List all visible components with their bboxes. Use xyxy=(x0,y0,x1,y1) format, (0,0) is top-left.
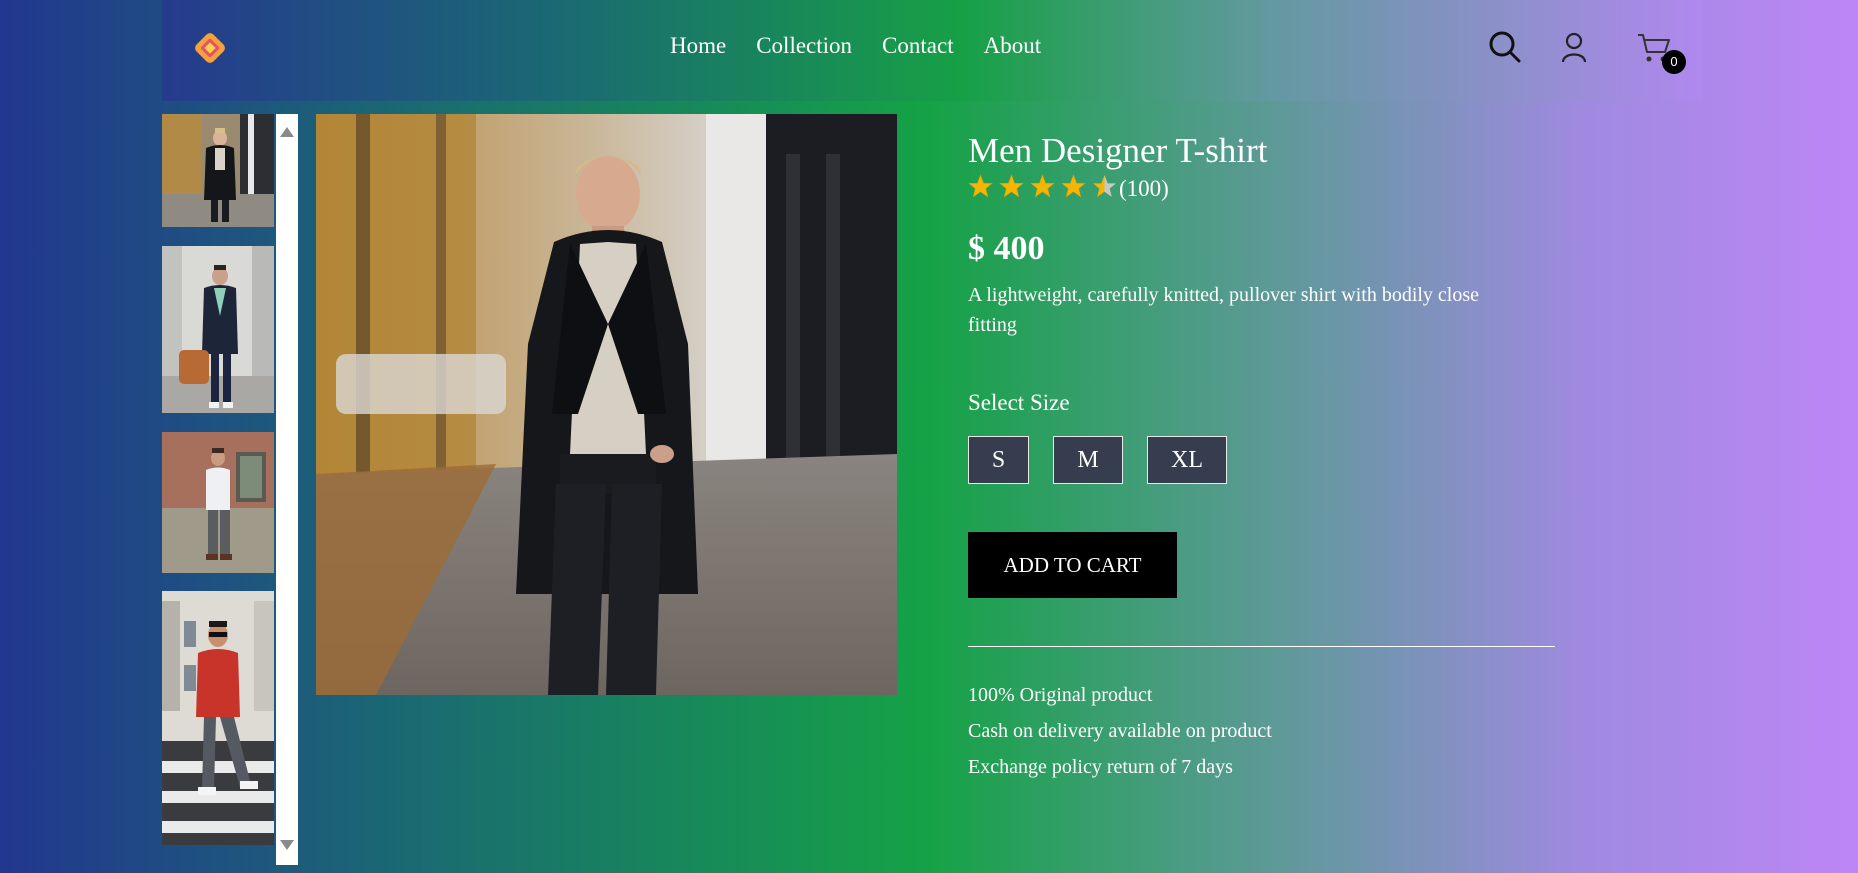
navbar: Home Collection Contact About 0 xyxy=(162,0,1702,101)
logo-icon[interactable] xyxy=(192,30,228,66)
size-button-m[interactable]: M xyxy=(1053,436,1123,484)
thumbnail-navy-coat[interactable] xyxy=(162,246,274,413)
select-size-label: Select Size xyxy=(968,390,1070,415)
nav-link-contact[interactable]: Contact xyxy=(882,33,954,59)
thumbnail-red-sweater[interactable] xyxy=(162,591,274,845)
search-icon[interactable] xyxy=(1488,30,1522,69)
half-star-icon xyxy=(1092,174,1117,204)
thumbnail-gallery xyxy=(162,114,298,865)
nav-link-collection[interactable]: Collection xyxy=(756,33,852,59)
star-icon xyxy=(1061,174,1086,204)
product-info: Men Designer T-shirt (100) $ 400 A light… xyxy=(968,130,1556,785)
size-button-xl[interactable]: XL xyxy=(1147,436,1227,484)
main-product-image xyxy=(316,114,897,695)
scroll-down-arrow-icon[interactable] xyxy=(280,837,294,855)
scroll-up-arrow-icon[interactable] xyxy=(280,124,294,142)
review-count: (100) xyxy=(1119,176,1169,201)
nav-link-home[interactable]: Home xyxy=(670,33,726,59)
cart-count-badge: 0 xyxy=(1662,50,1686,74)
nav-links: Home Collection Contact About xyxy=(670,33,1041,59)
divider xyxy=(968,646,1555,647)
thumbnail-white-shirt[interactable] xyxy=(162,432,274,573)
product-features: 100% Original product Cash on delivery a… xyxy=(968,677,1556,785)
product-rating: (100) xyxy=(968,174,1556,204)
feature-original: 100% Original product xyxy=(968,684,1153,706)
feature-exchange: Exchange policy return of 7 days xyxy=(968,756,1233,778)
thumbnail-list xyxy=(162,114,274,865)
thumbnail-scrollbar[interactable] xyxy=(276,114,298,865)
feature-cod: Cash on delivery available on product xyxy=(968,720,1272,742)
product-title: Men Designer T-shirt xyxy=(968,131,1268,170)
size-button-s[interactable]: S xyxy=(968,436,1029,484)
star-icon xyxy=(999,174,1024,204)
product-description: A lightweight, carefully knitted, pullov… xyxy=(968,284,1480,336)
star-icon xyxy=(968,174,993,204)
add-to-cart-button[interactable]: ADD TO CART xyxy=(968,532,1177,598)
thumbnail-black-coat[interactable] xyxy=(162,114,274,227)
size-options: S M XL xyxy=(968,436,1556,484)
star-icon xyxy=(1030,174,1055,204)
product-price: $ 400 xyxy=(968,230,1045,267)
user-icon[interactable] xyxy=(1560,32,1588,69)
nav-link-about[interactable]: About xyxy=(984,33,1042,59)
